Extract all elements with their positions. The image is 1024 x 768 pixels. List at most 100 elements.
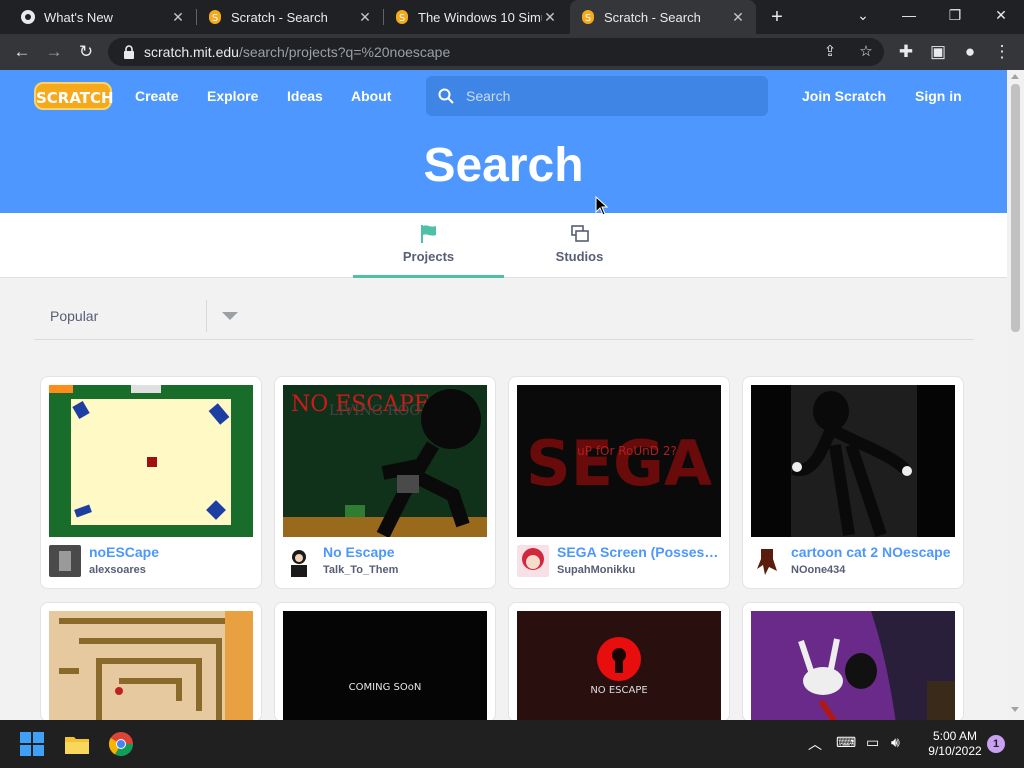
bookmark-star-icon[interactable]: ☆ bbox=[854, 38, 878, 66]
project-author[interactable]: Talk_To_Them bbox=[323, 564, 398, 576]
sort-filter[interactable]: Popular bbox=[34, 298, 974, 340]
project-card[interactable]: NO ESCAPE LIVING ROOM No Escape Talk_To_… bbox=[274, 376, 496, 589]
url-host: scratch.mit.edu bbox=[144, 44, 239, 60]
chevron-up-icon[interactable]: ︿ bbox=[808, 734, 822, 754]
chrome-taskbar-icon[interactable] bbox=[105, 728, 137, 760]
new-tab-button[interactable]: + bbox=[766, 5, 788, 29]
minimize-button[interactable]: — bbox=[886, 0, 932, 32]
url-text: scratch.mit.edu/search/projects?q=%20noe… bbox=[144, 44, 450, 60]
close-icon[interactable]: ✕ bbox=[170, 9, 186, 26]
project-title[interactable]: noESCape bbox=[89, 544, 251, 560]
profile-icon[interactable]: ● bbox=[956, 38, 984, 66]
page-title: Search bbox=[423, 139, 584, 192]
project-thumbnail[interactable] bbox=[751, 385, 955, 537]
chevron-down-icon[interactable] bbox=[222, 312, 238, 320]
scratch-favicon-icon: S bbox=[582, 10, 594, 24]
mouse-cursor-icon bbox=[595, 196, 609, 216]
scratch-favicon-icon: S bbox=[209, 10, 221, 24]
project-thumbnail[interactable]: SEGA uP fOr RoUnD 2? bbox=[517, 385, 721, 537]
browser-tab[interactable]: What's New ✕ bbox=[10, 0, 196, 34]
tab-studios[interactable]: Studios bbox=[504, 213, 655, 278]
search-input[interactable] bbox=[466, 88, 746, 104]
project-title[interactable]: cartoon cat 2 NOescape bbox=[791, 544, 953, 560]
back-icon[interactable]: ← bbox=[8, 38, 36, 66]
project-card[interactable]: noESCape alexsoares bbox=[40, 376, 262, 589]
svg-text:S: S bbox=[399, 13, 405, 24]
project-thumbnail[interactable] bbox=[49, 385, 253, 537]
project-thumbnail[interactable] bbox=[49, 611, 253, 722]
windows-start-icon[interactable] bbox=[16, 728, 48, 760]
tab-search-icon[interactable]: ⌄ bbox=[840, 0, 886, 32]
lock-icon bbox=[124, 45, 134, 59]
scratch-logo[interactable]: SCRATCH bbox=[34, 82, 114, 110]
volume-icon[interactable]: 🔊︎ bbox=[891, 734, 900, 751]
project-card[interactable]: NO ESCAPE bbox=[508, 602, 730, 722]
vertical-scrollbar[interactable] bbox=[1007, 70, 1024, 720]
address-bar[interactable]: scratch.mit.edu/search/projects?q=%20noe… bbox=[108, 38, 884, 66]
tab-label: Projects bbox=[402, 249, 455, 264]
close-icon[interactable]: ✕ bbox=[357, 9, 373, 26]
keyboard-icon[interactable]: ⌨ bbox=[836, 734, 856, 751]
project-thumbnail[interactable]: COMING SOoN bbox=[283, 611, 487, 722]
windows-taskbar: ︿ ⌨ ▭ 🔊︎ 5:00 AM 9/10/2022 1 bbox=[0, 720, 1024, 768]
thumb-text-noescape: NO ESCAPE bbox=[590, 685, 647, 696]
search-icon bbox=[438, 88, 454, 104]
tab-title: The Windows 10 Simul bbox=[418, 9, 542, 25]
side-panel-icon[interactable]: ▣ bbox=[924, 38, 952, 66]
project-author[interactable]: alexsoares bbox=[89, 564, 146, 576]
extensions-icon[interactable]: ✚ bbox=[892, 38, 920, 66]
search-banner: Search bbox=[0, 122, 1007, 213]
avatar[interactable] bbox=[517, 545, 549, 577]
nav-create-link[interactable]: Create bbox=[135, 70, 179, 122]
close-icon[interactable]: ✕ bbox=[730, 9, 746, 26]
project-card[interactable] bbox=[40, 602, 262, 722]
thumb-text-coming: COMING SOoN bbox=[349, 682, 422, 693]
tab-title: Scratch - Search bbox=[231, 9, 328, 25]
svg-text:S: S bbox=[212, 13, 218, 24]
reload-icon[interactable]: ↻ bbox=[72, 38, 100, 66]
sign-in-link[interactable]: Sign in bbox=[915, 70, 962, 122]
project-card[interactable]: cartoon cat 2 NOescape NOone434 bbox=[742, 376, 964, 589]
search-tabs: Projects Studios bbox=[0, 213, 1007, 278]
tab-projects[interactable]: Projects bbox=[353, 213, 504, 278]
avatar[interactable] bbox=[751, 545, 783, 577]
chrome-icon bbox=[21, 10, 35, 24]
browser-tab-strip: What's New ✕ S Scratch - Search ✕ S The … bbox=[0, 0, 1024, 34]
scroll-up-arrow-icon[interactable] bbox=[1011, 74, 1019, 79]
search-box[interactable] bbox=[426, 76, 768, 116]
close-icon[interactable]: ✕ bbox=[542, 9, 558, 26]
project-thumbnail[interactable]: NO ESCAPE LIVING ROOM bbox=[283, 385, 487, 537]
tab-title: Scratch - Search bbox=[604, 9, 701, 25]
join-scratch-link[interactable]: Join Scratch bbox=[802, 70, 886, 122]
browser-toolbar: ← → ↻ scratch.mit.edu/search/projects?q=… bbox=[0, 34, 1024, 70]
scrollbar-thumb[interactable] bbox=[1011, 84, 1020, 332]
file-explorer-icon[interactable] bbox=[61, 728, 93, 760]
forward-icon[interactable]: → bbox=[40, 38, 68, 66]
notification-badge[interactable]: 1 bbox=[987, 735, 1005, 753]
browser-tab-active[interactable]: S Scratch - Search ✕ bbox=[570, 0, 756, 34]
nav-explore-link[interactable]: Explore bbox=[207, 70, 258, 122]
window-close-button[interactable]: ✕ bbox=[978, 0, 1024, 32]
network-icon[interactable]: ▭ bbox=[866, 734, 879, 751]
browser-tab[interactable]: S The Windows 10 Simul ✕ bbox=[384, 0, 568, 34]
restore-button[interactable]: ❐ bbox=[932, 0, 978, 32]
url-path: /search/projects?q=%20noescape bbox=[238, 44, 451, 60]
project-thumbnail[interactable] bbox=[751, 611, 955, 722]
nav-ideas-link[interactable]: Ideas bbox=[287, 70, 323, 122]
project-card[interactable]: COMING SOoN bbox=[274, 602, 496, 722]
browser-tab[interactable]: S Scratch - Search ✕ bbox=[197, 0, 383, 34]
project-author[interactable]: NOone434 bbox=[791, 564, 845, 576]
share-icon[interactable]: ⇪ bbox=[818, 38, 842, 66]
menu-kebab-icon[interactable]: ⋮ bbox=[988, 38, 1016, 66]
project-thumbnail[interactable]: NO ESCAPE bbox=[517, 611, 721, 722]
project-card[interactable] bbox=[742, 602, 964, 722]
nav-about-link[interactable]: About bbox=[351, 70, 391, 122]
project-author[interactable]: SupahMonikku bbox=[557, 564, 635, 576]
project-card[interactable]: SEGA uP fOr RoUnD 2? SEGA Screen (Posses… bbox=[508, 376, 730, 589]
avatar[interactable] bbox=[49, 545, 81, 577]
svg-text:S: S bbox=[585, 13, 591, 24]
scroll-down-arrow-icon[interactable] bbox=[1011, 707, 1019, 712]
avatar[interactable] bbox=[283, 545, 315, 577]
project-title[interactable]: No Escape bbox=[323, 544, 485, 560]
project-title[interactable]: SEGA Screen (Possessed) bbox=[557, 544, 719, 560]
